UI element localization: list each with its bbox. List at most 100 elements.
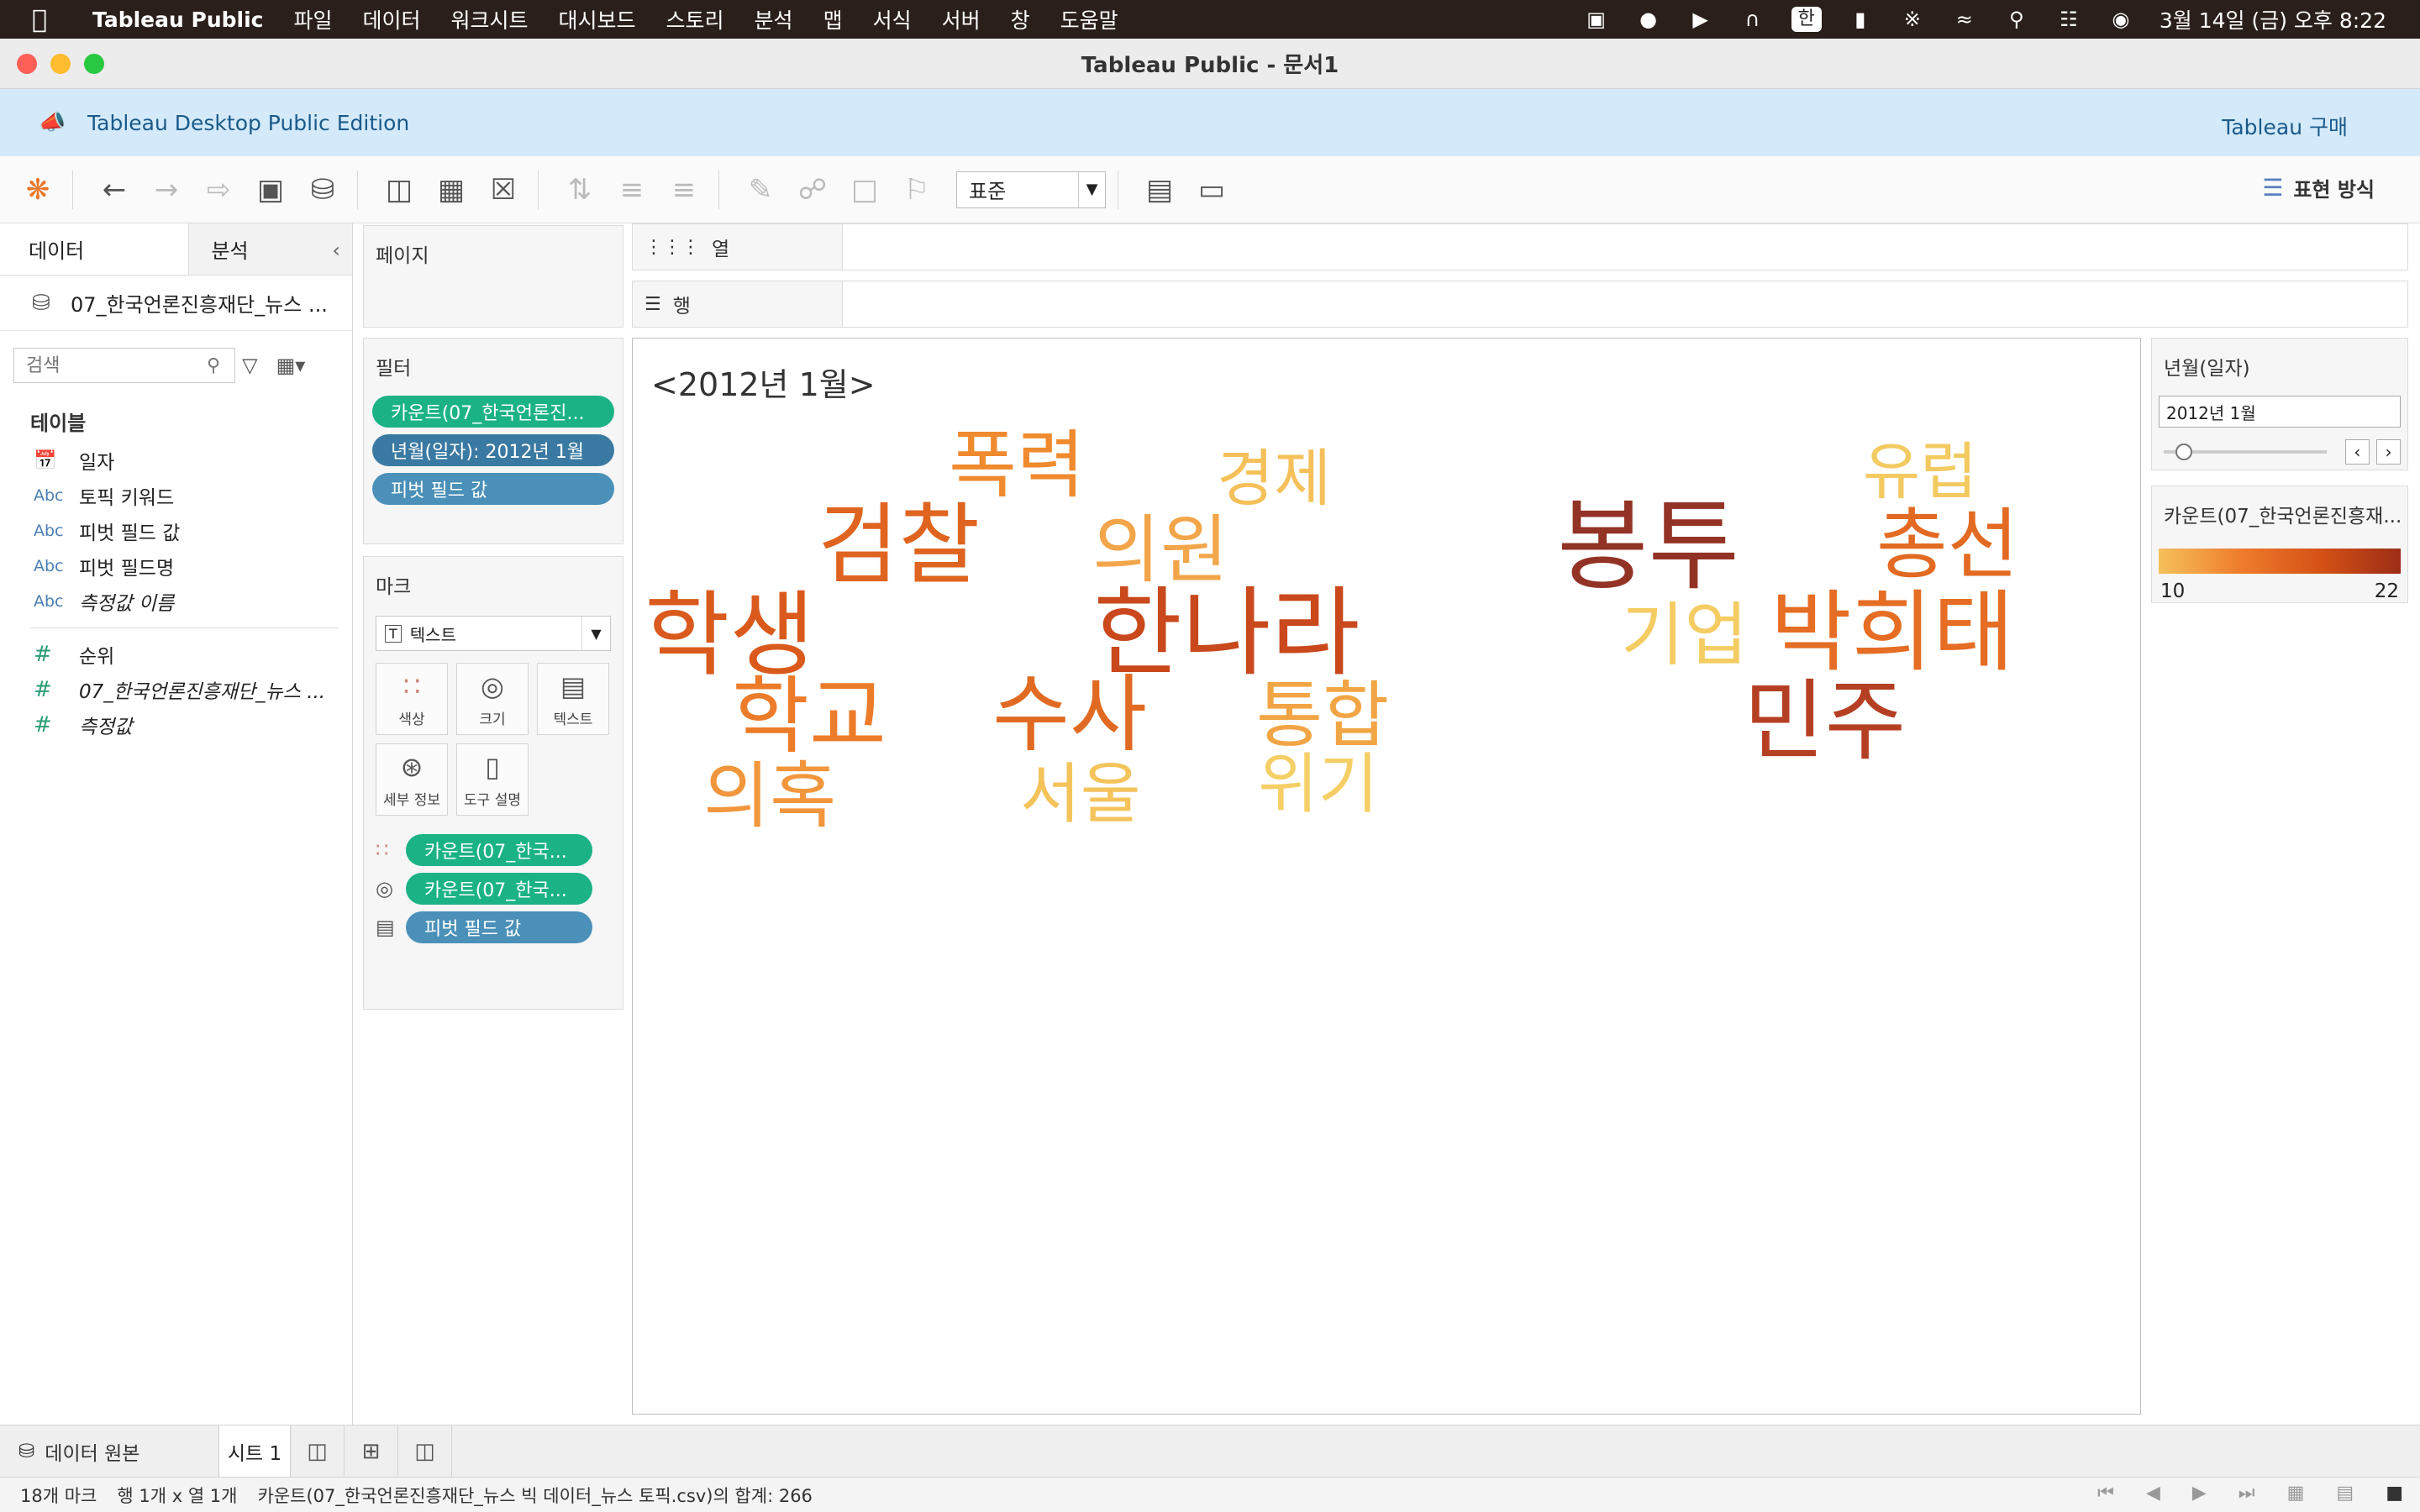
menu-data[interactable]: 데이터 — [362, 4, 420, 34]
zoom-window-button[interactable] — [84, 54, 104, 74]
field-item[interactable]: # 07_한국언론진흥재단_뉴스 ... — [0, 672, 352, 707]
columns-shelf[interactable]: ⋮⋮⋮ 열 — [632, 223, 2408, 270]
word-cloud-mark[interactable]: 학교 — [732, 675, 886, 759]
word-cloud-mark[interactable]: 봉투 — [1557, 496, 1739, 596]
menu-dashboard[interactable]: 대시보드 — [559, 4, 636, 34]
filter-pill[interactable]: 피벗 필드 값 — [372, 473, 614, 505]
new-data-source-icon[interactable]: ⛁ — [300, 167, 345, 213]
chat-bubble-icon[interactable]: ● — [1635, 8, 1662, 31]
wifi-icon[interactable]: ≈ — [1951, 8, 1978, 31]
view-list-icon[interactable]: ▦▾ — [276, 354, 306, 377]
control-center-icon[interactable]: ☷ — [2055, 8, 2082, 31]
save-icon[interactable]: ▣ — [248, 167, 293, 213]
menu-file[interactable]: 파일 — [293, 4, 332, 34]
sheet-sorter-icon[interactable]: ▦ — [2287, 1483, 2305, 1504]
apple-menu-icon[interactable]:  — [32, 5, 71, 34]
word-cloud-mark[interactable]: 기업 — [1621, 601, 1748, 670]
previous-sheet-icon[interactable]: ◀ — [2146, 1483, 2160, 1504]
field-item[interactable]: Abc 피벗 필드 값 — [0, 513, 352, 549]
word-cloud-mark[interactable]: 폭력 — [949, 428, 1085, 502]
fix-axes-icon[interactable]: ⚐ — [894, 167, 939, 213]
new-story-icon[interactable]: ◫ — [398, 1425, 452, 1478]
next-arrow-icon[interactable]: › — [2375, 439, 2401, 465]
field-search-input[interactable] — [13, 348, 235, 383]
new-worksheet-icon[interactable]: ◫ — [291, 1425, 345, 1478]
viz-canvas[interactable]: <2012년 1월> 폭력 경제 유럽 검찰 의원 봉투 총선 학생 한나라 기업 박희태 학교 수사 통… — [632, 338, 2141, 1415]
size-field-pill[interactable]: 카운트(07_한국... — [406, 873, 592, 905]
pages-card[interactable]: 페이지 — [363, 225, 623, 328]
word-cloud-mark[interactable]: 서울 — [1020, 762, 1141, 827]
filter-icon[interactable]: ▽ — [242, 354, 257, 377]
tab-analysis[interactable]: 분석 ‹ — [189, 223, 352, 275]
word-cloud-mark[interactable]: 유럽 — [1863, 441, 1977, 503]
filters-card[interactable]: 필터 카운트(07_한국언론진... 년월(일자): 2012년 1월 피벗 필… — [363, 338, 623, 544]
date-slider-handle[interactable] — [2175, 444, 2192, 460]
spotlight-search-icon[interactable]: ⚲ — [2003, 8, 2030, 31]
buy-tableau-link[interactable]: Tableau 구매 — [2222, 111, 2348, 141]
filter-pill[interactable]: 년월(일자): 2012년 1월 — [372, 434, 614, 466]
color-field-pill[interactable]: 카운트(07_한국... — [406, 834, 592, 866]
filter-pill[interactable]: 카운트(07_한국언론진... — [372, 396, 614, 428]
field-item[interactable]: Abc 피벗 필드명 — [0, 549, 352, 584]
word-cloud-mark[interactable]: 위기 — [1258, 752, 1379, 817]
replay-animation-icon[interactable]: ⇨ — [196, 167, 241, 213]
collapse-pane-icon[interactable]: ‹ — [332, 239, 340, 262]
first-sheet-icon[interactable]: ⏮ — [2097, 1483, 2114, 1504]
sheet-tab[interactable]: 시트 1 — [218, 1425, 291, 1478]
menu-server[interactable]: 서버 — [942, 4, 981, 34]
mark-type-select[interactable]: T 텍스트 ▼ — [376, 616, 611, 651]
bluetooth-icon[interactable]: ※ — [1899, 8, 1926, 31]
data-source-tab[interactable]: ⛁ 데이터 원본 — [0, 1437, 218, 1466]
word-cloud-mark[interactable]: 수사 — [992, 673, 1147, 757]
undo-icon[interactable]: ← — [92, 167, 137, 213]
field-item[interactable]: 📅 일자 — [0, 443, 352, 478]
color-button[interactable]: ∷ 색상 — [376, 663, 448, 735]
field-item[interactable]: # 순위 — [0, 637, 352, 672]
word-cloud-mark[interactable]: 민주 — [1744, 678, 1906, 766]
fit-select[interactable]: 표준 ▼ — [956, 171, 1106, 208]
date-filter-value[interactable]: 2012년 1월 — [2159, 396, 2401, 428]
highlight-icon[interactable]: ✎ — [738, 167, 783, 213]
close-window-button[interactable] — [17, 54, 37, 74]
menu-analysis[interactable]: 분석 — [755, 4, 793, 34]
field-item[interactable]: Abc 토픽 키워드 — [0, 478, 352, 513]
clear-sheet-icon[interactable]: ☒ — [481, 167, 526, 213]
detail-button[interactable]: ⊛ 세부 정보 — [376, 743, 448, 816]
previous-arrow-icon[interactable]: ‹ — [2344, 439, 2370, 465]
menu-worksheet[interactable]: 워크시트 — [451, 4, 529, 34]
group-members-icon[interactable]: ☍ — [790, 167, 835, 213]
tableau-logo-icon[interactable]: ❋ — [15, 167, 60, 213]
size-button[interactable]: ◎ 크기 — [456, 663, 529, 735]
menu-help[interactable]: 도움말 — [1060, 4, 1118, 34]
tabs-view-icon[interactable]: ■ — [2386, 1483, 2403, 1504]
redo-icon[interactable]: → — [144, 167, 189, 213]
duplicate-sheet-icon[interactable]: ▦ — [429, 167, 474, 213]
date-slider-track[interactable] — [2164, 444, 2327, 460]
battery-icon[interactable]: ▮ — [1847, 8, 1874, 31]
word-cloud-mark[interactable]: 박희태 — [1770, 589, 2014, 677]
menu-format[interactable]: 서식 — [873, 4, 912, 34]
sort-descending-icon[interactable]: ≡ — [661, 167, 707, 213]
sort-ascending-icon[interactable]: ≡ — [609, 167, 655, 213]
notion-icon[interactable]: ▣ — [1583, 8, 1610, 31]
swap-rows-columns-icon[interactable]: ⇅ — [557, 167, 602, 213]
text-button[interactable]: ▤ 텍스트 — [537, 663, 609, 735]
menu-app-name[interactable]: Tableau Public — [92, 8, 263, 32]
menu-map[interactable]: 맵 — [823, 4, 843, 34]
text-field-pill[interactable]: 피벗 필드 값 — [406, 911, 592, 943]
word-cloud-mark[interactable]: 총선 — [1876, 507, 2018, 584]
word-cloud-mark[interactable]: 통합 — [1256, 680, 1389, 752]
rows-shelf[interactable]: ☰ 행 — [632, 281, 2408, 328]
next-sheet-icon[interactable]: ▶ — [2192, 1483, 2207, 1504]
word-cloud-mark[interactable]: 의원 — [1092, 513, 1228, 587]
minimize-window-button[interactable] — [50, 54, 71, 74]
menu-window[interactable]: 창 — [1011, 4, 1030, 34]
menu-bar-clock[interactable]: 3월 14일 (금) 오후 8:22 — [2160, 4, 2386, 34]
siri-icon[interactable]: ◉ — [2107, 8, 2134, 31]
new-worksheet-icon[interactable]: ◫ — [376, 167, 422, 213]
word-cloud-mark[interactable]: 경제 — [1217, 448, 1331, 510]
show-me-button[interactable]: ☰ 표현 방식 — [2262, 173, 2375, 202]
field-item[interactable]: Abc 측정값 이름 — [0, 584, 352, 619]
show-cards-icon[interactable]: ▤ — [1137, 167, 1182, 213]
word-cloud-mark[interactable]: 검찰 — [818, 501, 980, 590]
